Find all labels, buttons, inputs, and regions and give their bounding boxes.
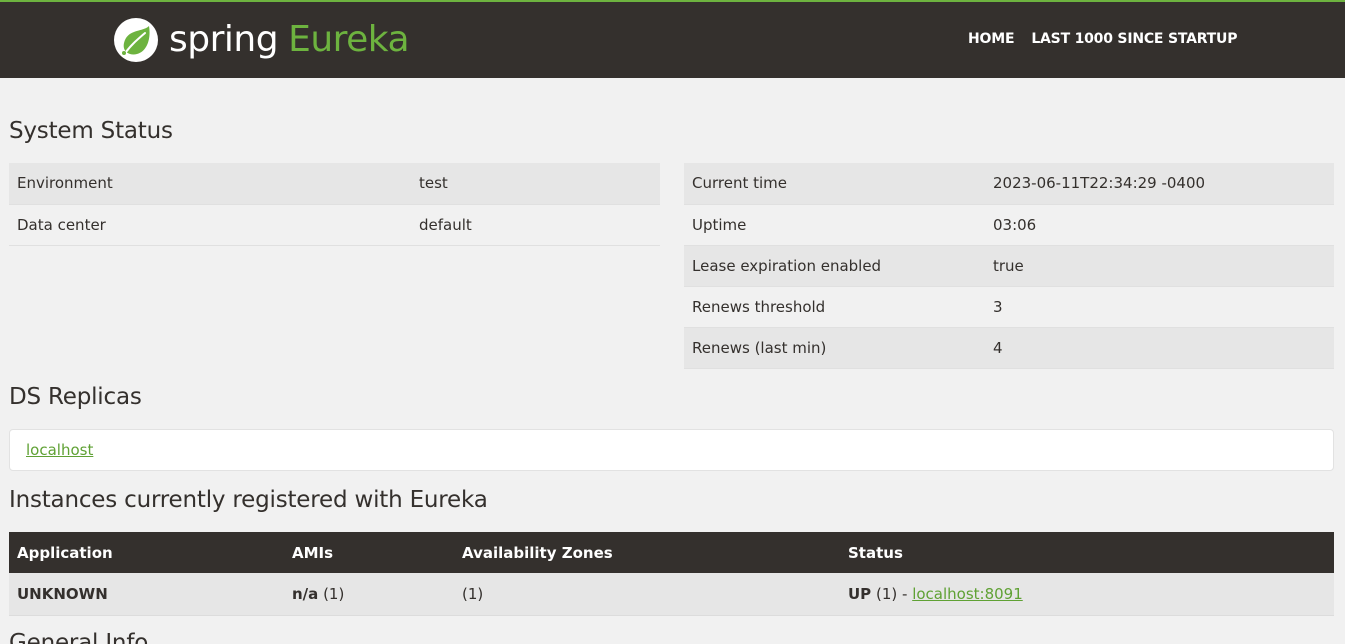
table-row: UNKNOWN n/a (1) (1) UP (1) - localhost:8… <box>9 573 1334 616</box>
general-info-heading: General Info <box>9 630 149 644</box>
amis-cell: n/a (1) <box>284 573 454 616</box>
table-row: Renews (last min) 4 <box>684 327 1334 369</box>
status-value: 4 <box>985 327 1334 369</box>
status-value: test <box>411 163 660 205</box>
ds-replicas-heading: DS Replicas <box>9 384 142 410</box>
table-row: Current time 2023-06-11T22:34:29 -0400 <box>684 163 1334 205</box>
column-header-application: Application <box>9 532 284 573</box>
status-label: Current time <box>684 163 985 205</box>
system-status-heading: System Status <box>9 118 173 144</box>
table-row: Lease expiration enabled true <box>684 245 1334 287</box>
column-header-zones: Availability Zones <box>454 532 840 573</box>
instance-link[interactable]: localhost:8091 <box>912 585 1023 603</box>
status-value: 3 <box>985 286 1334 328</box>
status-label: Renews threshold <box>684 286 985 328</box>
brand-logo[interactable]: spring Eureka <box>113 16 410 64</box>
status-value: 03:06 <box>985 204 1334 246</box>
status-label: Uptime <box>684 204 985 246</box>
table-row: Uptime 03:06 <box>684 204 1334 246</box>
ami-value: n/a <box>292 584 319 603</box>
ami-count: (1) <box>323 584 345 603</box>
status-value: default <box>411 204 660 246</box>
nav-home-link[interactable]: HOME <box>968 31 1015 47</box>
spring-leaf-icon <box>114 18 158 62</box>
replica-localhost-link[interactable]: localhost <box>26 441 93 459</box>
table-row: Renews threshold 3 <box>684 286 1334 328</box>
table-row: Data center default <box>9 204 660 246</box>
application-name: UNKNOWN <box>9 573 284 616</box>
system-status-left-table: Environment test Data center default <box>9 163 660 246</box>
system-status-right-table: Current time 2023-06-11T22:34:29 -0400 U… <box>684 163 1334 369</box>
nav-links: HOME LAST 1000 SINCE STARTUP <box>968 31 1237 47</box>
zones-cell: (1) <box>454 573 840 616</box>
instances-table: Application AMIs Availability Zones Stat… <box>9 532 1334 616</box>
status-label: Data center <box>9 204 411 246</box>
column-header-status: Status <box>840 532 1334 573</box>
brand-spring-text: spring <box>169 19 279 60</box>
status-up: UP <box>848 584 872 603</box>
status-label: Renews (last min) <box>684 327 985 369</box>
instances-heading: Instances currently registered with Eure… <box>9 487 488 513</box>
status-count: (1) - <box>875 584 908 603</box>
status-value: true <box>985 245 1334 287</box>
ds-replicas-list: localhost <box>9 429 1334 471</box>
navbar: spring Eureka HOME LAST 1000 SINCE STARTU… <box>0 0 1345 78</box>
brand-eureka-text: Eureka <box>288 19 410 60</box>
status-value: 2023-06-11T22:34:29 -0400 <box>985 163 1334 205</box>
status-label: Lease expiration enabled <box>684 245 985 287</box>
status-label: Environment <box>9 163 411 205</box>
table-row: Environment test <box>9 163 660 205</box>
status-cell: UP (1) - localhost:8091 <box>840 573 1334 616</box>
column-header-amis: AMIs <box>284 532 454 573</box>
table-header-row: Application AMIs Availability Zones Stat… <box>9 532 1334 573</box>
nav-last-1000-link[interactable]: LAST 1000 SINCE STARTUP <box>1031 31 1237 47</box>
